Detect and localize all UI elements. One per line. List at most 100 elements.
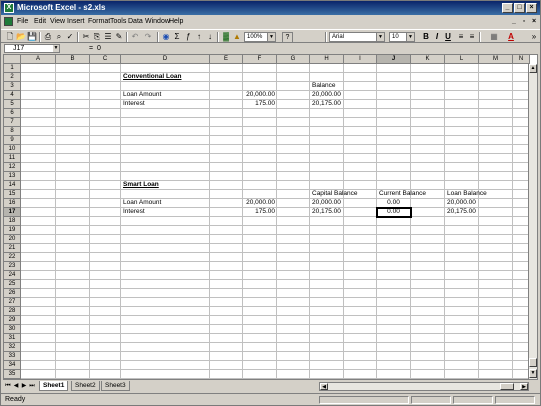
menu-format[interactable]: Format — [88, 17, 110, 27]
scroll-thumb-horizontal[interactable] — [500, 383, 514, 390]
horizontal-scrollbar[interactable]: ◀ ▶ — [319, 382, 529, 391]
row-header-12[interactable]: 12 — [4, 163, 21, 172]
column-header-n[interactable]: N — [513, 55, 530, 64]
column-header-i[interactable]: I — [344, 55, 377, 64]
format-painter-icon[interactable]: ✎ — [114, 32, 124, 42]
cell-j16[interactable]: 0.00 — [377, 199, 410, 207]
tab-sheet2[interactable]: Sheet2 — [71, 381, 100, 391]
row-header-35[interactable]: 35 — [4, 370, 21, 379]
row-header-32[interactable]: 32 — [4, 343, 21, 352]
row-header-30[interactable]: 30 — [4, 325, 21, 334]
workbook-minimize-button[interactable]: _ — [509, 17, 519, 26]
row-header-21[interactable]: 21 — [4, 244, 21, 253]
sort-descending-icon[interactable]: ↓ — [205, 32, 215, 42]
save-icon[interactable]: 💾 — [27, 32, 37, 42]
cell-f4[interactable]: 20,000.00 — [243, 91, 275, 99]
column-header-c[interactable]: C — [90, 55, 121, 64]
copy-icon[interactable]: ⎘ — [92, 32, 102, 42]
italic-icon[interactable]: I — [432, 32, 442, 42]
scroll-left-icon[interactable]: ◀ — [320, 383, 328, 390]
cell-h3[interactable]: Balance — [312, 82, 336, 90]
cell-f5[interactable]: 175.00 — [243, 100, 275, 108]
scroll-thumb[interactable] — [529, 358, 537, 367]
worksheet-grid[interactable]: A B C D E F G H I J K L M N 1 2 3 4 5 6 7 8 9 10 1… — [3, 54, 538, 380]
row-header-15[interactable]: 15 — [4, 190, 21, 199]
row-header-28[interactable]: 28 — [4, 307, 21, 316]
menu-help[interactable]: Help — [169, 17, 183, 27]
paste-icon[interactable]: ☰ — [103, 32, 113, 42]
cell-l17[interactable]: 20,175.00 — [447, 208, 476, 216]
menu-data[interactable]: Data — [128, 17, 143, 27]
vertical-scrollbar[interactable]: ▲ ▼ — [528, 64, 537, 379]
row-header-23[interactable]: 23 — [4, 262, 21, 271]
font-color-icon[interactable]: A — [506, 32, 516, 42]
row-header-3[interactable]: 3 — [4, 82, 21, 91]
menu-window[interactable]: Window — [145, 17, 170, 27]
workbook-close-button[interactable]: × — [529, 17, 539, 26]
bold-icon[interactable]: B — [421, 32, 431, 42]
cell-h16[interactable]: 20,000.00 — [312, 199, 341, 207]
row-header-27[interactable]: 27 — [4, 298, 21, 307]
zoom-select[interactable]: 100% ▼ — [244, 32, 276, 42]
minimize-button[interactable]: _ — [502, 3, 513, 13]
chevron-down-icon[interactable]: ▼ — [406, 33, 414, 41]
row-header-11[interactable]: 11 — [4, 154, 21, 163]
row-header-33[interactable]: 33 — [4, 352, 21, 361]
cell-h17[interactable]: 20,175.00 — [312, 208, 341, 216]
column-header-g[interactable]: G — [277, 55, 310, 64]
menu-tools[interactable]: Tools — [110, 17, 126, 27]
drawing-icon[interactable]: ▲ — [232, 32, 242, 42]
row-header-5[interactable]: 5 — [4, 100, 21, 109]
toolbar-options-icon[interactable]: » — [529, 32, 539, 42]
last-sheet-icon[interactable]: ⏭ — [28, 382, 36, 391]
row-header-9[interactable]: 9 — [4, 136, 21, 145]
undo-icon[interactable]: ↶ — [130, 32, 140, 42]
cell-d5[interactable]: Interest — [123, 100, 145, 108]
row-header-29[interactable]: 29 — [4, 316, 21, 325]
workbook-icon[interactable] — [4, 17, 13, 26]
row-header-24[interactable]: 24 — [4, 271, 21, 280]
hyperlink-icon[interactable]: ◉ — [161, 32, 171, 42]
chevron-down-icon[interactable]: ▼ — [53, 45, 59, 52]
column-header-h[interactable]: H — [310, 55, 344, 64]
redo-icon[interactable]: ↷ — [143, 32, 153, 42]
print-icon[interactable]: ⎙ — [43, 32, 53, 42]
chevron-down-icon[interactable]: ▼ — [267, 33, 275, 41]
select-all-corner[interactable] — [4, 55, 21, 64]
row-header-18[interactable]: 18 — [4, 217, 21, 226]
column-header-d[interactable]: D — [121, 55, 210, 64]
row-header-7[interactable]: 7 — [4, 118, 21, 127]
chart-wizard-icon[interactable]: ▓ — [221, 32, 231, 42]
active-cell-outline[interactable] — [376, 207, 412, 218]
row-header-10[interactable]: 10 — [4, 145, 21, 154]
row-header-2[interactable]: 2 — [4, 73, 21, 82]
next-sheet-icon[interactable]: ▶ — [20, 382, 28, 391]
scroll-up-icon[interactable]: ▲ — [529, 64, 537, 73]
spelling-icon[interactable]: ✓ — [65, 32, 75, 42]
help-icon[interactable]: ? — [282, 32, 293, 43]
excel-app-icon[interactable]: X — [4, 3, 14, 13]
cell-j15[interactable]: Current Balance — [379, 190, 426, 198]
row-header-13[interactable]: 13 — [4, 172, 21, 181]
new-icon[interactable]: 🗋 — [5, 32, 15, 42]
column-header-j[interactable]: J — [377, 55, 411, 64]
cell-d2[interactable]: Conventional Loan — [123, 73, 182, 81]
row-header-31[interactable]: 31 — [4, 334, 21, 343]
cell-h15[interactable]: Capital Balance — [312, 190, 358, 198]
row-header-6[interactable]: 6 — [4, 109, 21, 118]
row-header-17[interactable]: 17 — [4, 208, 21, 217]
maximize-button[interactable]: □ — [514, 3, 525, 13]
align-left-icon[interactable]: ≡ — [456, 32, 466, 42]
menu-insert[interactable]: Insert — [67, 17, 85, 27]
row-header-36[interactable]: 36 — [4, 379, 21, 380]
row-header-16[interactable]: 16 — [4, 199, 21, 208]
align-center-icon[interactable]: ≡ — [467, 32, 477, 42]
cell-l15[interactable]: Loan Balance — [447, 190, 487, 198]
column-header-a[interactable]: A — [21, 55, 56, 64]
row-header-14[interactable]: 14 — [4, 181, 21, 190]
cell-d4[interactable]: Loan Amount — [123, 91, 161, 99]
column-header-e[interactable]: E — [210, 55, 243, 64]
cell-h5[interactable]: 20,175.00 — [312, 100, 341, 108]
first-sheet-icon[interactable]: ⏮ — [4, 382, 12, 391]
row-header-8[interactable]: 8 — [4, 127, 21, 136]
